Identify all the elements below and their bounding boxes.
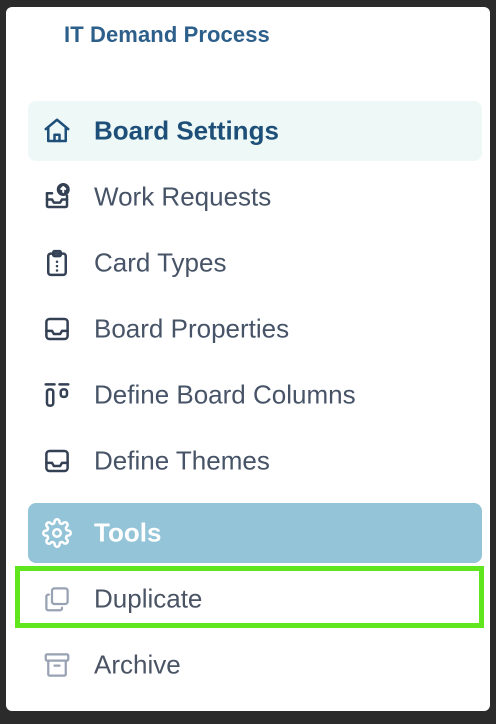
menu-item-tools[interactable]: Tools — [28, 503, 482, 563]
gear-icon — [42, 518, 72, 548]
menu-item-board-properties[interactable]: Board Properties — [28, 299, 482, 359]
inbox-upload-icon — [42, 182, 72, 212]
menu-item-board-settings[interactable]: Board Settings — [28, 101, 482, 161]
inbox-tray-icon — [42, 314, 72, 344]
menu-item-label: Card Types — [94, 247, 227, 278]
menu-item-define-board-columns[interactable]: Define Board Columns — [28, 365, 482, 425]
menu-item-label: Archive — [94, 649, 181, 680]
inbox-tray-icon — [42, 446, 72, 476]
menu-item-define-themes[interactable]: Define Themes — [28, 431, 482, 491]
menu-item-label: Duplicate — [94, 583, 203, 614]
clipboard-list-icon — [42, 248, 72, 278]
board-title: IT Demand Process — [64, 22, 270, 47]
menu-item-label: Board Settings — [94, 115, 279, 146]
menu-item-archive[interactable]: Archive — [28, 635, 482, 695]
menu-item-label: Tools — [94, 517, 162, 548]
home-icon — [42, 116, 72, 146]
menu-item-label: Define Board Columns — [94, 379, 356, 410]
archive-box-icon — [42, 650, 72, 680]
menu-item-work-requests[interactable]: Work Requests — [28, 167, 482, 227]
menu-item-label: Define Themes — [94, 445, 270, 476]
copy-icon — [42, 584, 72, 614]
menu-item-duplicate[interactable]: Duplicate — [28, 569, 482, 629]
menu-item-label: Board Properties — [94, 313, 290, 344]
board-settings-panel: IT Demand Process Board Settings Work Re… — [6, 7, 490, 711]
columns-icon — [42, 380, 72, 410]
menu-item-card-types[interactable]: Card Types — [28, 233, 482, 293]
menu-item-label: Work Requests — [94, 181, 272, 212]
